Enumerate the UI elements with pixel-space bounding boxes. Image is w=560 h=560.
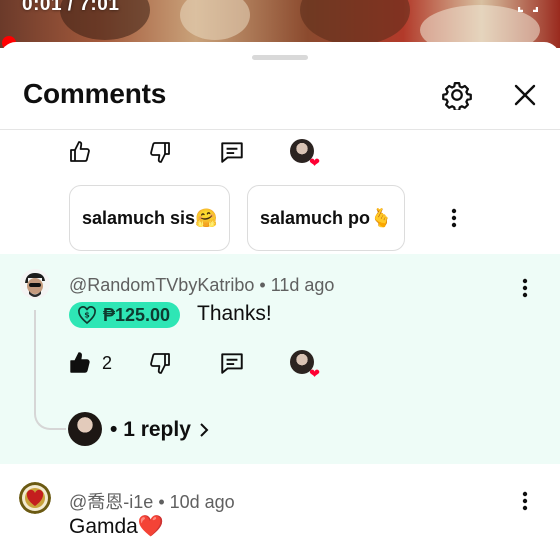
creator-heart: ❤ (290, 139, 320, 170)
fullscreen-icon[interactable] (518, 0, 538, 12)
video-player[interactable]: 0:01 / 7:01 (0, 0, 560, 48)
more-options-button[interactable] (439, 203, 469, 233)
thumb-down-icon (150, 353, 170, 374)
comment-text: Gamda❤️ (69, 515, 165, 538)
panel-title: Comments (23, 78, 167, 109)
view-replies-link[interactable]: • 1 reply (110, 418, 211, 442)
suggested-reply-chip[interactable]: salamuch sis🤗 (69, 185, 231, 251)
separator-dot: • (158, 492, 170, 512)
comment-menu-button[interactable] (510, 273, 540, 303)
comment-action-row: 2 ❤ (0, 348, 560, 381)
comment-author[interactable]: @RandomTVbyKatribo (69, 275, 254, 295)
reply-button[interactable] (219, 137, 245, 167)
video-time-readout: 0:01 / 7:01 (22, 0, 120, 15)
super-thanks-badge: $ ₱125.00 (69, 302, 181, 328)
comment-text: Thanks! (197, 302, 272, 325)
suggested-reply-chip[interactable]: salamuch po🫰 (247, 185, 406, 251)
thumb-up-icon (70, 352, 90, 373)
comment-age: 10d ago (169, 492, 235, 512)
close-icon (514, 84, 536, 106)
comment-action-row: ❤ (0, 137, 560, 170)
gear-icon (442, 82, 472, 110)
comment-age: 11d ago (270, 275, 335, 295)
avatar-image (19, 482, 51, 514)
more-vertical-icon (522, 491, 528, 511)
close-button[interactable] (508, 78, 542, 112)
creator-heart: ❤ (290, 350, 320, 381)
comment-author-line: @RandomTVbyKatribo • 11d ago (69, 275, 334, 296)
dislike-button[interactable] (148, 137, 172, 167)
thumb-down-icon (150, 142, 170, 163)
heart-icon: ❤ (309, 366, 320, 381)
reply-avatar (68, 412, 102, 446)
replies-count-label: 1 reply (123, 418, 191, 441)
like-count: 2 (102, 352, 113, 373)
comment-icon (221, 353, 243, 374)
more-vertical-icon (522, 278, 528, 298)
video-frame-shape (180, 0, 250, 40)
avatar-image (20, 269, 50, 299)
thumb-up-icon (70, 141, 90, 162)
dislike-button[interactable] (148, 348, 172, 378)
like-button[interactable] (68, 137, 92, 167)
avatar[interactable] (19, 482, 51, 514)
like-button[interactable]: 2 (68, 348, 112, 378)
svg-text:$: $ (84, 311, 90, 320)
comment-author[interactable]: @喬恩-i1e (69, 492, 153, 512)
avatar[interactable] (20, 269, 50, 299)
separator-dot: • (110, 418, 124, 441)
more-vertical-icon (451, 208, 457, 228)
heart-icon: ❤ (309, 155, 320, 170)
comment-icon (221, 142, 243, 163)
super-thanks-icon: $ (78, 306, 96, 325)
header-divider (0, 129, 560, 130)
comment-author-line: @喬恩-i1e • 10d ago (69, 488, 235, 514)
comment-menu-button[interactable] (510, 486, 540, 516)
thanks-amount: ₱125.00 (103, 304, 171, 325)
comments-sheet: Comments ❤ salamuch sis🤗 salamuch po🫰 @R… (0, 42, 560, 560)
chevron-right-icon (200, 423, 209, 437)
video-frame-shape (300, 0, 410, 45)
separator-dot: • (259, 275, 271, 295)
reply-button[interactable] (219, 348, 245, 378)
settings-button[interactable] (438, 76, 476, 114)
drag-handle[interactable] (252, 55, 308, 60)
